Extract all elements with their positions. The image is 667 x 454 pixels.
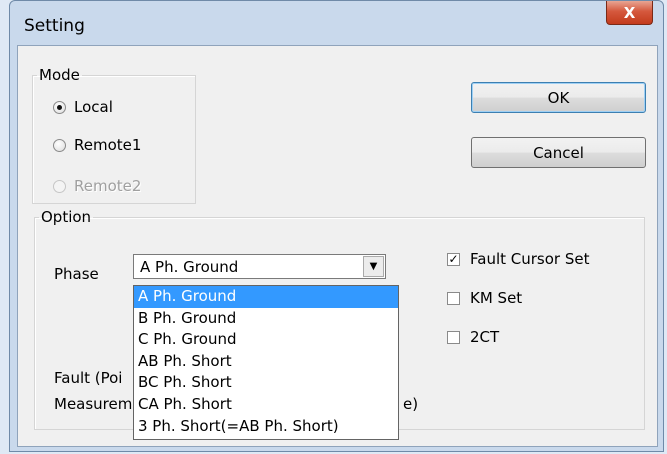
- radio-remote1-label: Remote1: [74, 136, 142, 154]
- fault-cursor-set-checkbox[interactable]: ✓: [447, 252, 460, 266]
- dialog-title: Setting: [24, 16, 85, 36]
- radio-local-indicator[interactable]: [53, 100, 66, 114]
- measurement-suffix: e): [403, 395, 419, 413]
- measurement-label: Measurem: [54, 395, 133, 413]
- chevron-down-icon: ▼: [369, 261, 378, 272]
- dropdown-option[interactable]: B Ph. Ground: [134, 308, 398, 330]
- phase-label: Phase: [54, 265, 99, 283]
- 2ct-label: 2CT: [470, 328, 500, 346]
- dropdown-option[interactable]: C Ph. Ground: [134, 329, 398, 351]
- radio-local[interactable]: Local: [53, 98, 113, 116]
- checkbox-km-set[interactable]: KM Set: [447, 289, 522, 307]
- radio-remote2-indicator: [53, 179, 66, 193]
- fault-cursor-set-label: Fault Cursor Set: [470, 250, 590, 268]
- fault-label: Fault (Poi: [54, 369, 123, 387]
- cancel-button[interactable]: Cancel: [471, 137, 646, 168]
- dropdown-option[interactable]: 3 Ph. Short(=AB Ph. Short): [134, 416, 398, 438]
- title-bar[interactable]: Setting X: [10, 1, 663, 41]
- dropdown-option[interactable]: CA Ph. Short: [134, 394, 398, 416]
- phase-dropdown-list: A Ph. Ground B Ph. Ground C Ph. Ground A…: [133, 285, 399, 440]
- km-set-label: KM Set: [470, 289, 523, 307]
- close-icon: X: [623, 3, 636, 22]
- dropdown-option[interactable]: BC Ph. Short: [134, 372, 398, 394]
- dropdown-option[interactable]: AB Ph. Short: [134, 351, 398, 373]
- radio-remote1[interactable]: Remote1: [53, 136, 141, 154]
- phase-select-value: A Ph. Ground: [140, 258, 239, 276]
- km-set-checkbox[interactable]: [447, 291, 460, 305]
- ok-button-label: OK: [547, 88, 570, 107]
- dropdown-option[interactable]: A Ph. Ground: [134, 286, 398, 308]
- cancel-button-label: Cancel: [533, 143, 584, 162]
- close-button[interactable]: X: [606, 1, 653, 25]
- ok-button[interactable]: OK: [471, 82, 646, 113]
- radio-remote1-indicator[interactable]: [53, 138, 66, 152]
- radio-remote2-label: Remote2: [74, 177, 142, 195]
- mode-legend: Mode: [39, 66, 80, 84]
- phase-select[interactable]: A Ph. Ground ▼: [133, 254, 386, 279]
- option-legend: Option: [41, 208, 92, 226]
- radio-remote2: Remote2: [53, 177, 141, 195]
- radio-local-label: Local: [74, 98, 113, 116]
- phase-select-toggle[interactable]: ▼: [363, 256, 384, 277]
- checkbox-2ct[interactable]: 2CT: [447, 328, 499, 346]
- 2ct-checkbox[interactable]: [447, 330, 460, 344]
- checkbox-fault-cursor-set[interactable]: ✓ Fault Cursor Set: [447, 250, 589, 268]
